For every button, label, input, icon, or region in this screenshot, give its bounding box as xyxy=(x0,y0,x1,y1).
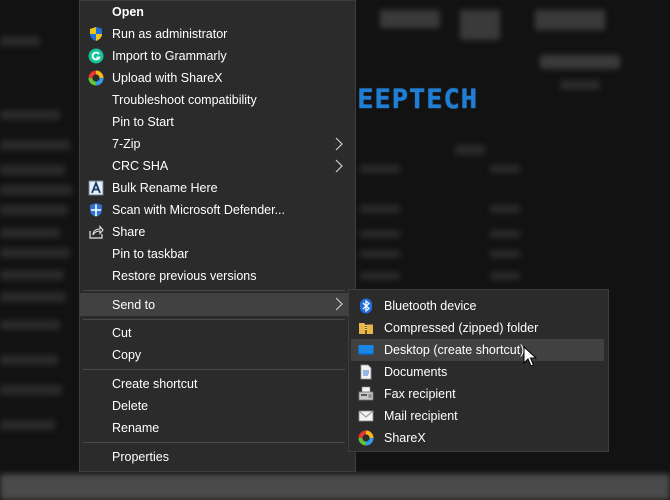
menu-item-label: Pin to taskbar xyxy=(112,247,189,261)
menu-item-label: Delete xyxy=(112,399,149,413)
menu-item-send-to[interactable]: Send to xyxy=(80,293,355,316)
menu-item-label: Compressed (zipped) folder xyxy=(384,321,539,335)
defender-icon xyxy=(88,202,104,218)
chevron-right-icon xyxy=(335,137,343,151)
menu-item-properties[interactable]: Properties xyxy=(80,446,355,468)
menu-item-run-as-administrator[interactable]: Run as administrator xyxy=(80,23,355,45)
menu-item-label: Scan with Microsoft Defender... xyxy=(112,203,285,217)
menu-item-share[interactable]: Share xyxy=(80,221,355,243)
menu-item-scan-with-microsoft-defender[interactable]: Scan with Microsoft Defender... xyxy=(80,199,355,221)
menu-item-crc-sha[interactable]: CRC SHA xyxy=(80,155,355,177)
menu-item-label: Mail recipient xyxy=(384,409,458,423)
menu-item-label: Restore previous versions xyxy=(112,269,257,283)
menu-item-label: Fax recipient xyxy=(384,387,456,401)
menu-item-label: Import to Grammarly xyxy=(112,49,227,63)
menu-item-label: Properties xyxy=(112,450,169,464)
context-menu: Open Run as administrator Import to Gram… xyxy=(79,0,356,472)
sharex-icon xyxy=(358,430,374,446)
send-to-sharex[interactable]: ShareX xyxy=(349,427,608,449)
menu-item-restore-previous-versions[interactable]: Restore previous versions xyxy=(80,265,355,287)
desktop-icon xyxy=(358,342,374,358)
menu-item-pin-to-taskbar[interactable]: Pin to taskbar xyxy=(80,243,355,265)
send-to-submenu: Bluetooth device Compressed (zipped) fol… xyxy=(348,289,609,452)
menu-separator xyxy=(83,369,345,370)
zip-folder-icon xyxy=(358,320,374,336)
menu-item-rename[interactable]: Rename xyxy=(80,417,355,439)
menu-item-label: Open xyxy=(112,5,144,19)
menu-item-label: Create shortcut xyxy=(112,377,198,391)
bulk-rename-icon xyxy=(88,180,104,196)
menu-item-create-shortcut[interactable]: Create shortcut xyxy=(80,373,355,395)
menu-item-label: Pin to Start xyxy=(112,115,174,129)
menu-item-label: Troubleshoot compatibility xyxy=(112,93,257,107)
mail-icon xyxy=(358,408,374,424)
menu-item-label: Desktop (create shortcut) xyxy=(384,343,525,357)
menu-item-pin-to-start[interactable]: Pin to Start xyxy=(80,111,355,133)
send-to-compressed-zipped-folder[interactable]: Compressed (zipped) folder xyxy=(349,317,608,339)
sharex-icon xyxy=(88,70,104,86)
menu-item-troubleshoot-compatibility[interactable]: Troubleshoot compatibility xyxy=(80,89,355,111)
menu-item-cut[interactable]: Cut xyxy=(80,322,355,344)
menu-separator xyxy=(83,442,345,443)
menu-item-delete[interactable]: Delete xyxy=(80,395,355,417)
menu-item-label: Send to xyxy=(112,297,156,312)
send-to-mail-recipient[interactable]: Mail recipient xyxy=(349,405,608,427)
menu-item-7-zip[interactable]: 7-Zip xyxy=(80,133,355,155)
send-to-bluetooth-device[interactable]: Bluetooth device xyxy=(349,295,608,317)
send-to-desktop-create-shortcut[interactable]: Desktop (create shortcut) xyxy=(351,339,604,361)
menu-item-label: Bulk Rename Here xyxy=(112,181,218,195)
menu-item-upload-with-sharex[interactable]: Upload with ShareX xyxy=(80,67,355,89)
mouse-cursor-icon xyxy=(523,345,538,368)
send-to-fax-recipient[interactable]: Fax recipient xyxy=(349,383,608,405)
send-to-documents[interactable]: Documents xyxy=(349,361,608,383)
chevron-right-icon xyxy=(335,297,343,311)
menu-item-label: Run as administrator xyxy=(112,27,228,41)
menu-item-label: CRC SHA xyxy=(112,159,169,173)
menu-item-label: Bluetooth device xyxy=(384,299,477,313)
menu-item-import-to-grammarly[interactable]: Import to Grammarly xyxy=(80,45,355,67)
menu-item-bulk-rename-here[interactable]: Bulk Rename Here xyxy=(80,177,355,199)
menu-item-label: Cut xyxy=(112,326,132,340)
menu-item-label: ShareX xyxy=(384,431,426,445)
chevron-right-icon xyxy=(335,159,343,173)
menu-item-open[interactable]: Open xyxy=(80,1,355,23)
menu-separator xyxy=(83,290,345,291)
uac-shield-icon xyxy=(88,26,104,42)
menu-item-label: Copy xyxy=(112,348,142,362)
grammarly-icon xyxy=(88,48,104,64)
menu-item-copy[interactable]: Copy xyxy=(80,344,355,366)
fax-icon xyxy=(358,386,374,402)
menu-item-label: Rename xyxy=(112,421,160,435)
menu-item-label: Documents xyxy=(384,365,448,379)
menu-separator xyxy=(83,319,345,320)
documents-icon xyxy=(358,364,374,380)
bluetooth-icon xyxy=(358,298,374,314)
menu-item-label: Share xyxy=(112,225,146,239)
share-icon xyxy=(88,224,104,240)
menu-item-label: 7-Zip xyxy=(112,137,141,151)
watermark: DEEPTECH xyxy=(340,84,479,115)
menu-item-label: Upload with ShareX xyxy=(112,71,223,85)
